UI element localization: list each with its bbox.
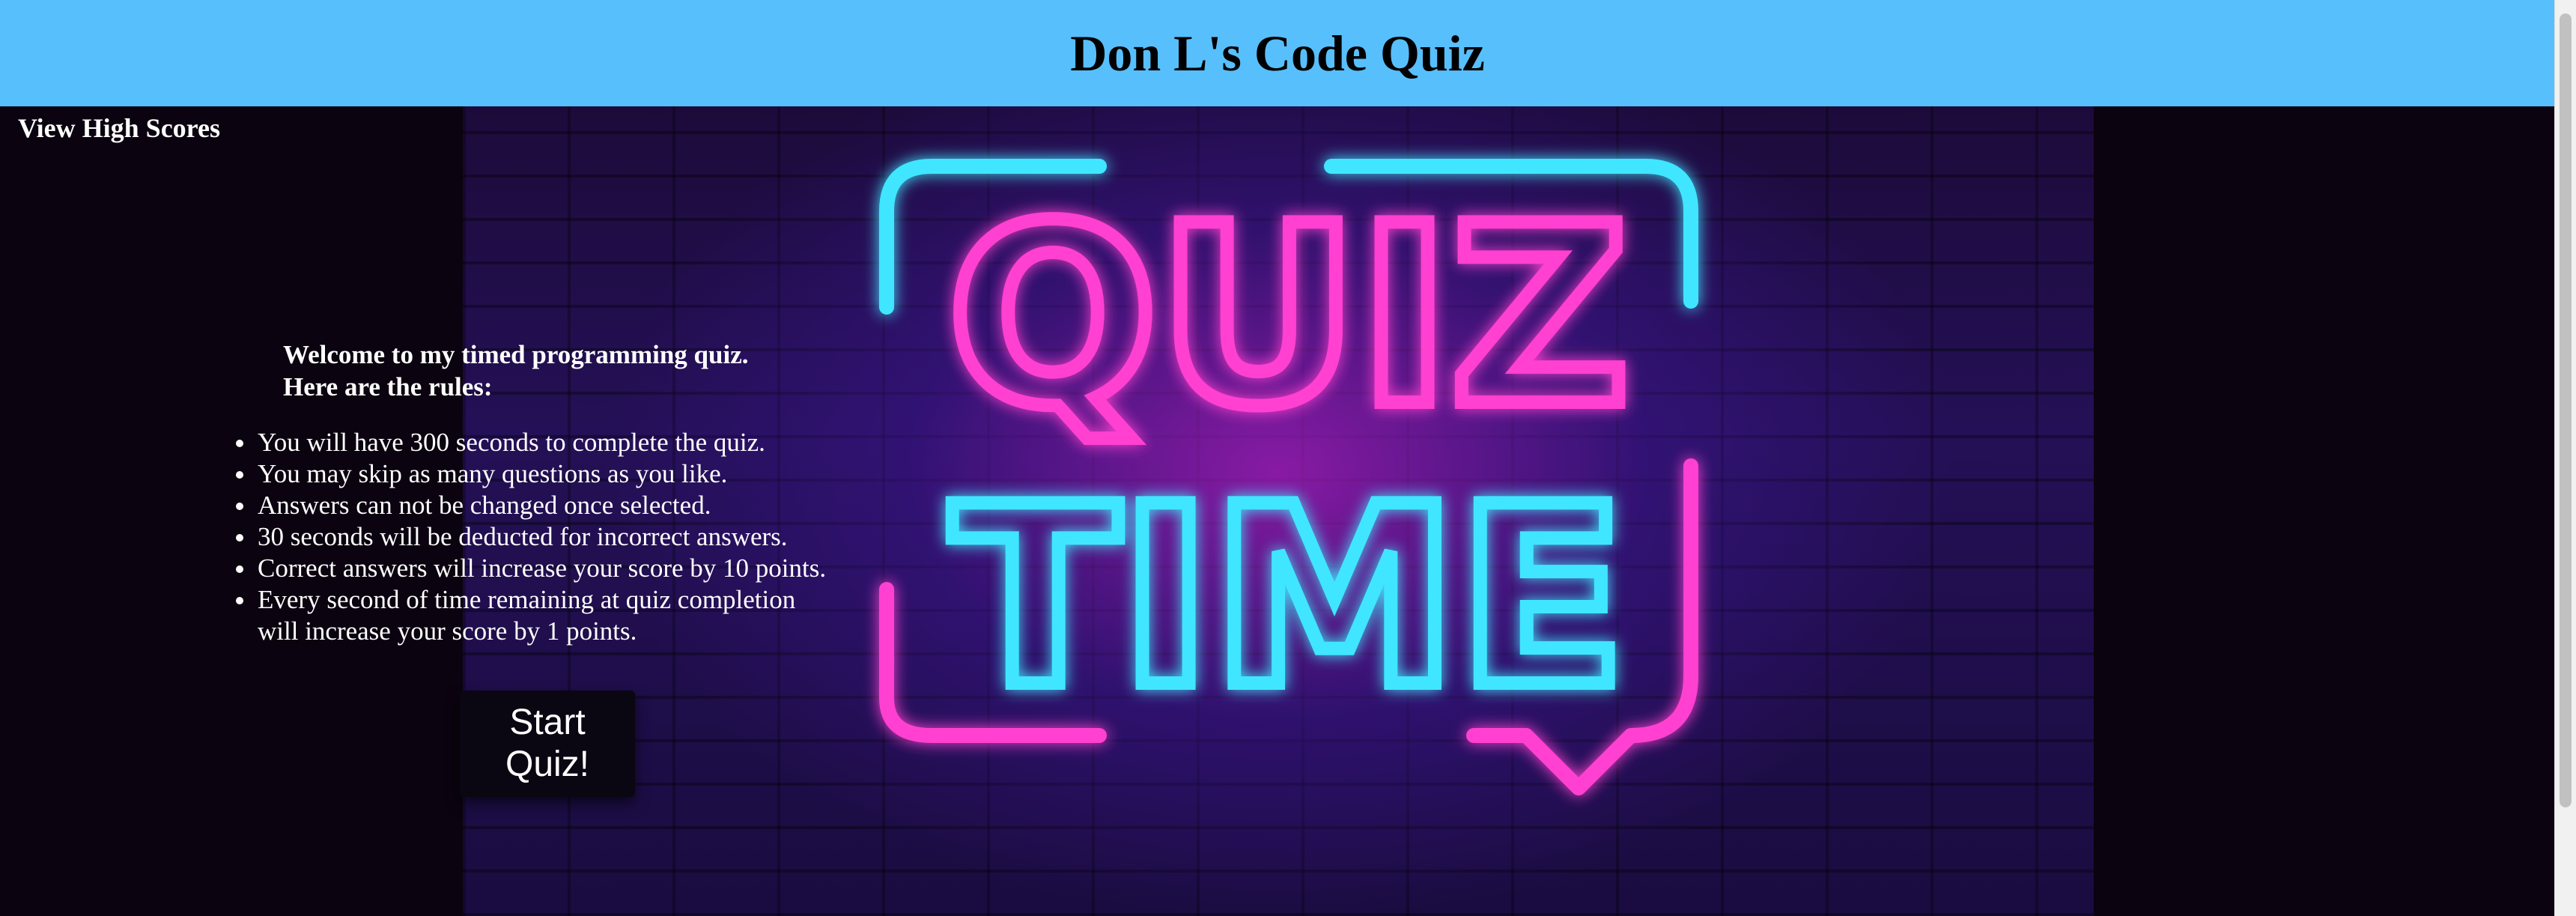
page: QUIZ TIME Don L's Code Quiz View High Sc… [0,0,2576,916]
page-title: Don L's Code Quiz [1070,24,1485,82]
welcome-line-1: Welcome to my timed programming quiz. [283,340,749,369]
rule-item: Answers can not be changed once selected… [256,490,866,521]
neon-word-time: TIME [951,454,1626,741]
view-high-scores-link[interactable]: View High Scores [18,112,220,144]
welcome-heading: Welcome to my timed programming quiz. He… [283,339,866,403]
rule-item: 30 seconds will be deducted for incorrec… [256,521,866,553]
rules-list: You will have 300 seconds to complete th… [222,427,866,647]
vertical-scrollbar[interactable] [2554,0,2576,916]
rule-item: You may skip as many questions as you li… [256,458,866,490]
neon-word-quiz: QUIZ [948,173,1630,461]
rule-item: Correct answers will increase your score… [256,553,866,584]
welcome-line-2: Here are the rules: [283,372,493,401]
rule-item: You will have 300 seconds to complete th… [256,427,866,458]
start-quiz-button[interactable]: Start Quiz! [460,691,635,797]
rules-section: Welcome to my timed programming quiz. He… [222,339,866,647]
rule-item: Every second of time remaining at quiz c… [256,584,827,647]
site-header: Don L's Code Quiz [0,0,2555,106]
scrollbar-thumb[interactable] [2560,13,2572,807]
